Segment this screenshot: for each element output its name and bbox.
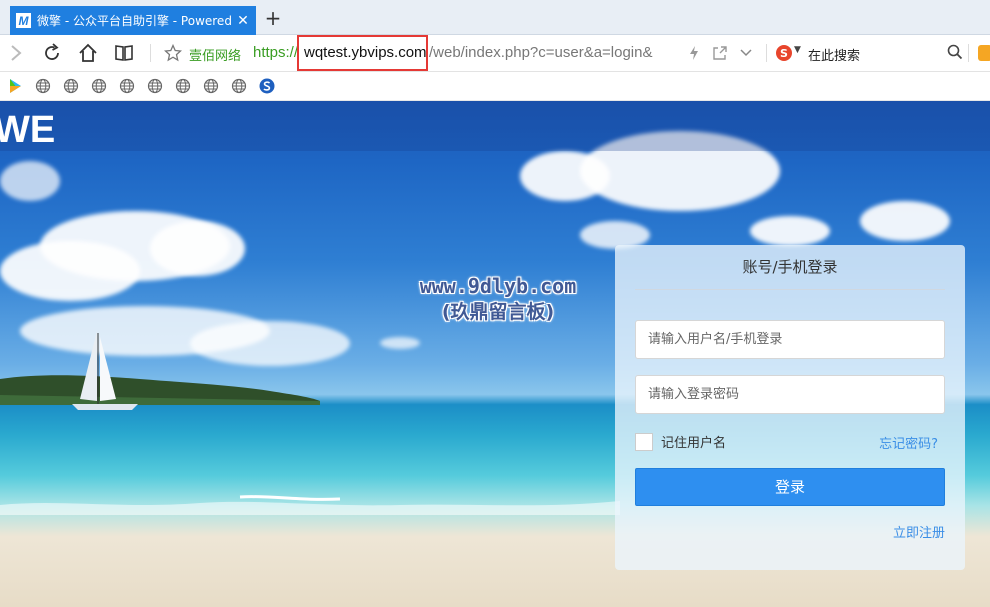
weengine-favicon-icon: M [16,13,31,28]
tab-strip: M 微擎 - 公众平台自助引擎 - Powered ✕ + [0,0,990,35]
globe-icon[interactable] [91,78,107,94]
site-header [0,101,990,151]
reload-icon[interactable] [40,41,64,65]
password-input[interactable] [635,375,945,414]
globe-icon[interactable] [35,78,51,94]
divider [968,44,969,62]
cloud [0,161,60,201]
we-logo[interactable]: WE [0,109,62,151]
active-tab[interactable]: M 微擎 - 公众平台自助引擎 - Powered ✕ [10,6,256,35]
cloud [860,201,950,241]
search-input[interactable]: 在此搜索 [808,45,860,64]
watermark-url: www.9dlyb.com [419,274,577,298]
island-shore [0,375,320,405]
register-link[interactable]: 立即注册 [893,522,945,541]
cloud [190,321,350,366]
forward-icon[interactable] [4,41,28,65]
url-scheme[interactable]: https:// [253,44,298,61]
divider [766,44,767,62]
globe-icon[interactable] [147,78,163,94]
extension-icon[interactable] [978,45,990,61]
login-title: 账号/手机登录 [635,245,945,290]
url-path[interactable]: /web/index.php?c=user&a=login& [429,44,653,61]
username-input[interactable] [635,320,945,359]
divider [150,44,151,62]
search-engine-dropdown-icon[interactable]: ▼ [794,45,801,55]
sailboat [72,331,138,410]
cloud [380,337,420,349]
lightning-icon[interactable] [682,41,706,65]
reading-mode-icon[interactable] [112,41,136,65]
url-host[interactable]: wqtest.ybvips.com [304,44,427,61]
address-bar-row: 壹佰网络 https:// wqtest.ybvips.com /web/ind… [0,35,990,72]
surf-foam [0,495,620,515]
play-icon[interactable] [7,78,23,94]
cloud [0,241,140,301]
remember-label: 记住用户名 [661,436,727,451]
search-engine-icon[interactable]: S [776,45,792,61]
bookmarks-bar [0,72,990,101]
login-panel: 账号/手机登录 记住用户名 忘记密码? 登录 立即注册 [615,245,965,570]
globe-icon[interactable] [231,78,247,94]
globe-icon[interactable] [175,78,191,94]
globe-icon[interactable] [63,78,79,94]
site-identity-label[interactable]: 壹佰网络 [189,45,241,64]
tab-title: 微擎 - 公众平台自助引擎 - Powered [37,14,232,28]
share-icon[interactable] [708,41,732,65]
forgot-password-link[interactable]: 忘记密码? [879,433,938,452]
new-tab-button[interactable]: + [263,8,283,30]
remember-checkbox[interactable] [635,432,653,451]
search-icon[interactable] [945,42,965,62]
globe-icon[interactable] [203,78,219,94]
globe-icon[interactable] [119,78,135,94]
login-page-background: WE www.9dlyb.com (玖鼎留言板) 账号/手机登录 记住用户名 忘… [0,101,990,607]
cloud [750,216,830,246]
home-icon[interactable] [76,41,100,65]
favorite-star-icon[interactable] [161,41,185,65]
close-tab-icon[interactable]: ✕ [236,13,250,29]
logo-text: WE [0,109,55,149]
cloud [150,221,245,276]
remember-username[interactable]: 记住用户名 [635,432,726,451]
chevron-down-icon[interactable] [734,41,758,65]
s-icon[interactable] [259,78,275,94]
login-button[interactable]: 登录 [635,468,945,506]
watermark-caption: (玖鼎留言板) [441,301,555,323]
watermark: www.9dlyb.com (玖鼎留言板) [398,273,598,325]
